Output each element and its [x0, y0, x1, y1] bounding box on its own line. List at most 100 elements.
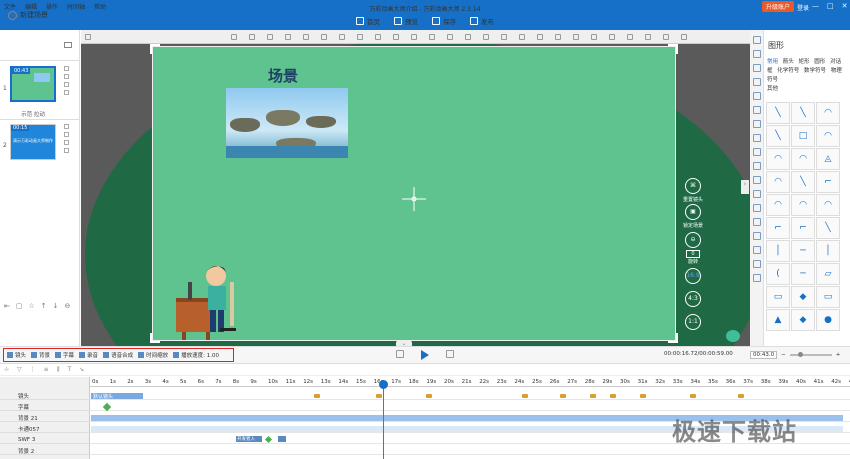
shape-cell[interactable]: ◆: [791, 309, 815, 331]
copy-icon[interactable]: [411, 34, 417, 40]
shape-cell[interactable]: ◠: [766, 194, 790, 216]
shape-cell[interactable]: □: [791, 125, 815, 147]
shape-cell[interactable]: ●: [816, 309, 840, 331]
rotate-value[interactable]: 0: [686, 250, 700, 258]
scene-menu-icon[interactable]: [64, 42, 72, 48]
lock-scene-button[interactable]: ▣ 锁定场景: [683, 204, 703, 229]
keyframe[interactable]: [590, 394, 596, 398]
align-icon[interactable]: [249, 34, 255, 40]
keyframe[interactable]: [560, 394, 566, 398]
video-tool-icon[interactable]: [753, 106, 761, 114]
rotate-icon[interactable]: [573, 34, 579, 40]
play-icon[interactable]: [421, 350, 429, 360]
split-icon[interactable]: ⋮: [30, 366, 36, 373]
scene-thumbnail-2[interactable]: 00:15 演示万彩动画大师制作: [10, 124, 56, 160]
scene-star-icon[interactable]: ☆: [29, 302, 35, 310]
play-speed-tool[interactable]: 播放速度: 1.00: [173, 351, 219, 359]
group-icon[interactable]: [357, 34, 363, 40]
shape-cell[interactable]: ◠: [791, 194, 815, 216]
zoom-value[interactable]: 00:43.0: [750, 351, 778, 359]
chart-tool-icon[interactable]: [753, 148, 761, 156]
shape-cell[interactable]: ◠: [791, 148, 815, 170]
special-tool-icon[interactable]: [753, 204, 761, 212]
scene-copy-icon[interactable]: ▢: [16, 302, 23, 310]
keyframe[interactable]: [610, 394, 616, 398]
select-icon[interactable]: ⊹: [4, 366, 9, 373]
save-button[interactable]: 保存: [432, 16, 456, 26]
swf-clip-end[interactable]: [278, 436, 286, 442]
undo-icon[interactable]: [447, 34, 453, 40]
lock-icon[interactable]: [393, 34, 399, 40]
scene-thumbnail-1[interactable]: 00:43: [10, 66, 56, 102]
arrow-icon[interactable]: ↘: [79, 366, 84, 373]
playhead-line[interactable]: [383, 380, 384, 459]
shape-cell[interactable]: ▭: [816, 286, 840, 308]
track-cartoon-057[interactable]: 卡通057: [0, 425, 90, 433]
move-icon[interactable]: [64, 82, 69, 87]
rotate-control[interactable]: ⊖ 0 旋转: [683, 232, 703, 265]
ratio-4-3-button[interactable]: 4:3: [683, 291, 703, 309]
keyframe[interactable]: [426, 394, 432, 398]
subtitle-tool[interactable]: 字幕: [55, 351, 74, 359]
new-scene-button[interactable]: + 新建场景: [8, 10, 48, 20]
scene-up-icon[interactable]: ↑: [41, 302, 47, 310]
subtitle-keyframe[interactable]: [102, 402, 112, 412]
shape-tool-icon[interactable]: [753, 36, 761, 44]
image-tool-icon[interactable]: [753, 50, 761, 58]
delete-icon[interactable]: [483, 34, 489, 40]
align-icon[interactable]: [285, 34, 291, 40]
shape-cell[interactable]: ╲: [766, 125, 790, 147]
upgrade-button[interactable]: 升级账户: [762, 1, 795, 12]
track-swf-3[interactable]: SWF 3: [0, 436, 90, 444]
align-icon[interactable]: [609, 34, 615, 40]
shape-cell[interactable]: ⌐: [816, 171, 840, 193]
flash-tool-icon[interactable]: [753, 134, 761, 142]
rotate-icon[interactable]: [555, 34, 561, 40]
grid-icon[interactable]: [501, 34, 507, 40]
move-icon[interactable]: [64, 140, 69, 145]
edit-icon[interactable]: [64, 148, 69, 153]
svg-tool-icon[interactable]: [753, 92, 761, 100]
track-background-21[interactable]: 背景 21: [0, 414, 90, 422]
stop-icon[interactable]: [396, 350, 404, 358]
shape-cell[interactable]: ▱: [816, 263, 840, 285]
playhead-handle[interactable]: [379, 380, 388, 389]
group-icon[interactable]: [375, 34, 381, 40]
filter-icon[interactable]: ▽: [17, 366, 22, 373]
keyframe[interactable]: [738, 394, 744, 398]
tab-circle[interactable]: 圆形: [814, 59, 825, 65]
shape-cell[interactable]: ◠: [816, 125, 840, 147]
camera-tool[interactable]: 镜头: [7, 351, 26, 359]
shape-cell[interactable]: ▲: [766, 309, 790, 331]
shape-cell[interactable]: ◠: [816, 194, 840, 216]
shape-cell[interactable]: ▭: [766, 286, 790, 308]
record-tool[interactable]: 录音: [79, 351, 98, 359]
shape-cell[interactable]: ◬: [816, 148, 840, 170]
redo-icon[interactable]: [465, 34, 471, 40]
shape-cell[interactable]: │: [816, 240, 840, 262]
keyframe[interactable]: [690, 394, 696, 398]
keyframe[interactable]: [314, 394, 320, 398]
shape-cell[interactable]: ╲: [766, 102, 790, 124]
effect-tool-icon[interactable]: [753, 190, 761, 198]
collapse-panel-icon[interactable]: ›: [741, 180, 749, 194]
fullscreen-preview-icon[interactable]: [446, 350, 454, 358]
track-subtitle[interactable]: 字幕: [0, 403, 90, 411]
track-camera[interactable]: 镜头: [0, 392, 90, 400]
align-icon[interactable]: [591, 34, 597, 40]
align-icon[interactable]: [231, 34, 237, 40]
flip-icon[interactable]: [537, 34, 543, 40]
track-background-2[interactable]: 背景 2: [0, 447, 90, 455]
delete-icon[interactable]: [64, 74, 69, 79]
paste-icon[interactable]: [429, 34, 435, 40]
zoom-in-icon[interactable]: +: [836, 352, 841, 358]
ratio-1-1-button[interactable]: 1:1: [683, 314, 703, 332]
stage-title-text[interactable]: 场景: [268, 65, 298, 86]
align-icon[interactable]: ≡: [44, 366, 49, 373]
camera-clip[interactable]: 默认镜头: [91, 393, 143, 400]
fit-icon[interactable]: [663, 34, 669, 40]
shape-cell[interactable]: ⌐: [766, 217, 790, 239]
home-icon[interactable]: [85, 34, 91, 40]
music-tool-icon[interactable]: [753, 120, 761, 128]
keyframe[interactable]: [522, 394, 528, 398]
